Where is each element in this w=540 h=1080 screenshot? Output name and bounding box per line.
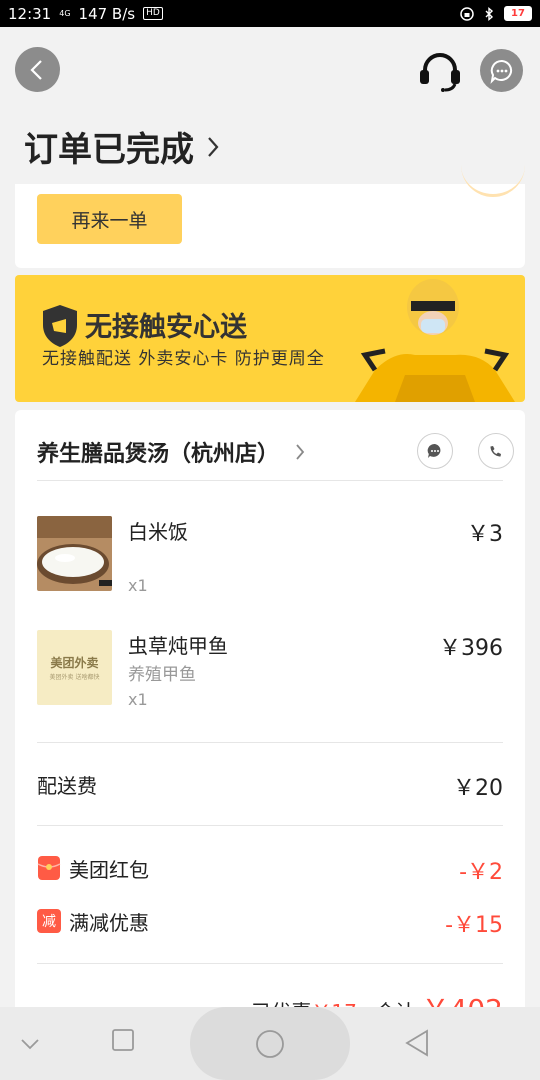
- banner-subtitle: 无接触配送 外卖安心卡 防护更周全: [42, 349, 325, 369]
- chat-bubble-icon: [490, 59, 512, 84]
- item-price: ￥3: [467, 522, 503, 547]
- item-name: 虫草炖甲鱼: [128, 634, 228, 658]
- discount-row: 减 满减优惠 -￥15: [37, 907, 503, 938]
- headset-icon: [420, 53, 460, 92]
- chevron-right-icon: [296, 444, 305, 460]
- divider: [37, 963, 503, 964]
- reorder-button[interactable]: 再来一单: [37, 194, 182, 244]
- thumbnail-brand: 美团外卖: [50, 656, 99, 670]
- item-thumbnail-rice: [37, 516, 112, 591]
- lock-rotation-icon: [460, 6, 474, 21]
- customer-service-button[interactable]: [416, 49, 464, 93]
- delivery-fee-label: 配送费: [37, 774, 97, 798]
- order-detail-card: 养生膳品煲汤（杭州店） 白米饭 x1 ￥3 美团外卖 美团外卖 送啥都快 虫草炖…: [15, 410, 525, 1026]
- network-speed: 147 B/s: [78, 4, 136, 23]
- shop-link[interactable]: 养生膳品煲汤（杭州店）: [37, 436, 305, 468]
- item-quantity: x1: [128, 690, 148, 709]
- hd-badge: HD: [143, 7, 163, 20]
- shop-name: 养生膳品煲汤（杭州店）: [37, 442, 280, 467]
- red-packet-icon: [37, 856, 61, 880]
- full-reduction-icon: 减: [37, 909, 61, 933]
- divider: [37, 480, 503, 481]
- recent-apps-icon[interactable]: [112, 1029, 134, 1051]
- discount-label: 美团红包: [69, 858, 149, 882]
- top-bar: [0, 27, 540, 117]
- chevron-right-icon: [208, 136, 219, 157]
- order-status-label: 订单已完成: [24, 130, 194, 170]
- order-item: 美团外卖 美团外卖 送啥都快 虫草炖甲鱼 养殖甲鱼 x1 ￥396: [37, 630, 503, 730]
- divider: [37, 825, 503, 826]
- contactless-delivery-banner[interactable]: 无接触安心送 无接触配送 外卖安心卡 防护更周全: [15, 275, 525, 402]
- discount-row: 美团红包 -￥2: [37, 854, 503, 885]
- decorative-arc: [461, 164, 525, 197]
- chevron-down-icon[interactable]: [20, 1037, 40, 1051]
- banner-title: 无接触安心送: [85, 312, 247, 343]
- message-button[interactable]: [480, 49, 523, 92]
- delivery-fee-row: 配送费 ￥20: [37, 770, 503, 801]
- item-name: 白米饭: [128, 520, 188, 544]
- system-navigation-bar: [0, 1007, 540, 1080]
- phone-icon: [490, 446, 501, 457]
- network-type: 4G: [59, 8, 71, 18]
- item-quantity: x1: [128, 576, 148, 595]
- delivery-fee-value: ￥20: [453, 776, 503, 801]
- thumbnail-slogan: 美团外卖 送啥都快: [49, 674, 100, 681]
- item-thumbnail-placeholder: 美团外卖 美团外卖 送啥都快: [37, 630, 112, 705]
- item-spec: 养殖甲鱼: [128, 665, 196, 685]
- discount-value: -￥2: [459, 860, 503, 885]
- back-triangle-icon[interactable]: [404, 1029, 430, 1057]
- delivery-rider-illustration: [355, 279, 515, 402]
- battery-icon: 17: [504, 6, 532, 21]
- chat-shop-button[interactable]: [417, 433, 453, 469]
- discount-value: -￥15: [445, 913, 503, 938]
- order-item: 白米饭 x1 ￥3: [37, 516, 503, 616]
- item-price: ￥396: [439, 636, 503, 661]
- order-status-title[interactable]: 订单已完成: [24, 122, 220, 171]
- call-shop-button[interactable]: [478, 433, 514, 469]
- status-bar: 12:31 4G 147 B/s HD 17: [0, 0, 540, 27]
- discount-label: 满减优惠: [69, 911, 149, 935]
- clock: 12:31: [8, 4, 52, 23]
- shield-icon: [43, 305, 77, 347]
- order-action-card: 再来一单: [15, 184, 525, 268]
- shop-header: 养生膳品煲汤（杭州店）: [37, 428, 514, 484]
- divider: [37, 742, 503, 743]
- chat-bubble-icon: [427, 443, 441, 458]
- back-button[interactable]: [15, 47, 60, 92]
- home-icon[interactable]: [255, 1029, 285, 1059]
- bluetooth-icon: [485, 6, 494, 21]
- chevron-left-icon: [29, 59, 42, 80]
